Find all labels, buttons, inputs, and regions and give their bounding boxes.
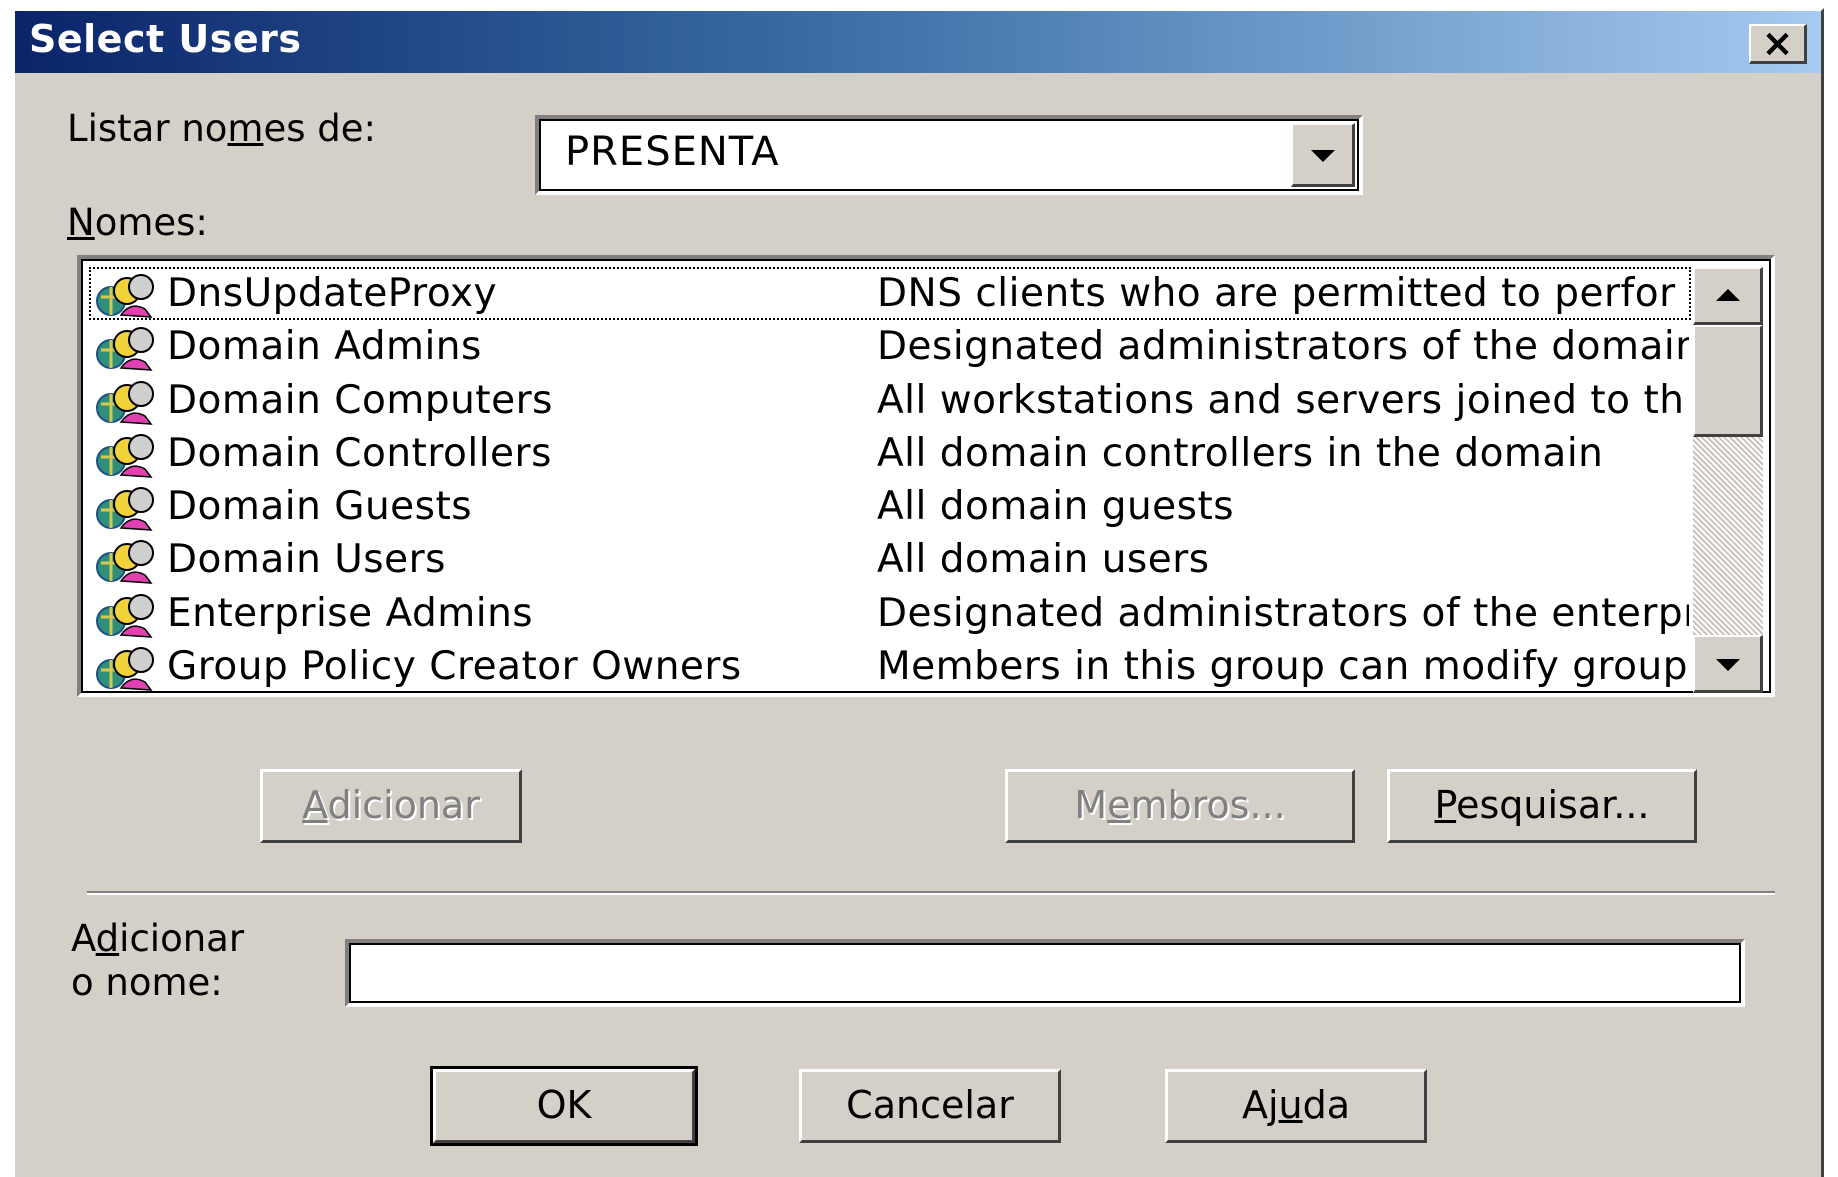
user-group-icon [91, 484, 161, 532]
chevron-down-icon [1310, 149, 1335, 162]
list-item[interactable]: Enterprise Admins Designated administrato… [89, 587, 1691, 640]
list-item-name: Domain Users [167, 537, 446, 583]
user-group-icon [91, 591, 161, 639]
list-item-name: DnsUpdateProxy [167, 271, 498, 316]
close-button[interactable]: × [1749, 24, 1807, 64]
list-item[interactable]: Domain Controllers All domain controllers… [89, 427, 1691, 480]
list-item[interactable]: Group Policy Creator Owners Members in th… [89, 640, 1691, 693]
list-item-description: Designated administrators of the domain [877, 324, 1689, 370]
list-item-description: All workstations and servers joined to t… [877, 377, 1685, 423]
scroll-up-button[interactable] [1693, 267, 1763, 325]
list-item-description: All domain controllers in the domain [877, 430, 1604, 476]
dropdown-arrow-button[interactable] [1291, 123, 1355, 187]
user-group-icon [91, 431, 161, 479]
list-item-name: Group Policy Creator Owners [167, 643, 742, 689]
list-item[interactable]: Domain Users All domain users [89, 533, 1691, 586]
user-group-icon [91, 324, 161, 372]
scroll-down-button[interactable] [1693, 635, 1763, 693]
cancel-button[interactable]: Cancelar [799, 1069, 1061, 1143]
arrow-down-icon [1715, 658, 1740, 671]
list-item-description: Designated administrators of the enterpr [877, 590, 1689, 636]
window-title: Select Users [29, 17, 302, 61]
add-name-label: Adicionar o nome: [71, 917, 245, 1004]
add-button[interactable]: Adicionar [260, 769, 522, 843]
list-item[interactable]: Domain Guests All domain guests [89, 480, 1691, 533]
list-item[interactable]: Domain Admins Designated administrators o… [89, 320, 1691, 373]
list-item-description: DNS clients who are permitted to perfor [877, 271, 1676, 316]
list-item[interactable]: Domain Computers All workstations and ser… [89, 374, 1691, 427]
names-label: Nomes: [67, 201, 208, 244]
list-item-name: Domain Guests [167, 484, 473, 529]
names-listbox[interactable]: DnsUpdateProxy DNS clients who are permit… [77, 255, 1775, 697]
search-button[interactable]: Pesquisar... [1387, 769, 1697, 843]
separator [87, 891, 1775, 895]
list-item-name: Enterprise Admins [167, 590, 534, 636]
names-list: DnsUpdateProxy DNS clients who are permit… [89, 267, 1691, 693]
user-group-icon [91, 644, 161, 692]
list-item-name: Domain Controllers [167, 430, 552, 476]
arrow-up-icon [1715, 288, 1740, 301]
list-item[interactable]: DnsUpdateProxy DNS clients who are permit… [89, 267, 1691, 321]
list-from-value: PRESENTA [565, 129, 780, 175]
list-item-name: Domain Admins [167, 324, 482, 370]
members-button[interactable]: Membros... [1005, 769, 1355, 843]
ok-button[interactable]: OK [430, 1066, 698, 1146]
list-item-description: All domain guests [877, 484, 1235, 529]
list-item-description: All domain users [877, 537, 1210, 583]
add-name-input[interactable] [349, 943, 1741, 1003]
add-name-field[interactable] [345, 939, 1745, 1007]
user-group-icon [91, 271, 161, 319]
user-group-icon [91, 378, 161, 426]
select-users-dialog: Select Users × Listar nomes de: PRESENTA… [12, 8, 1824, 1177]
list-from-label: Listar nomes de: [67, 107, 376, 150]
user-group-icon [91, 537, 161, 585]
list-item-name: Domain Computers [167, 377, 553, 423]
list-item-description: Members in this group can modify group [877, 643, 1688, 689]
scroll-thumb[interactable] [1693, 325, 1763, 437]
title-bar[interactable]: Select Users × [15, 11, 1821, 73]
help-button[interactable]: Ajuda [1165, 1069, 1427, 1143]
list-from-dropdown[interactable]: PRESENTA [535, 115, 1363, 195]
close-icon: × [1761, 21, 1794, 65]
vertical-scrollbar[interactable] [1693, 267, 1763, 693]
